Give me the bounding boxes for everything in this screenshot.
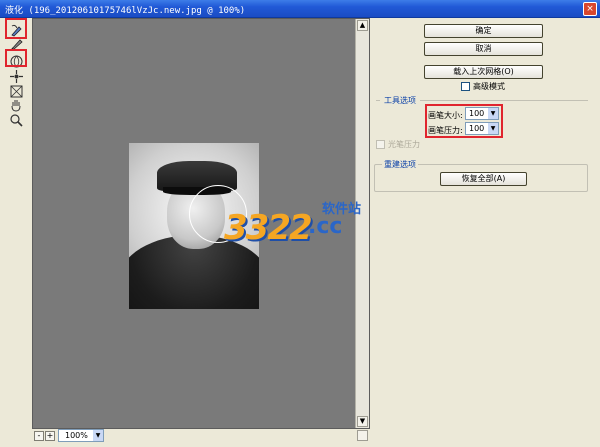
tool-strip [0,18,32,447]
load-mesh-button[interactable]: 载入上次网格(O) [424,65,543,79]
group-line [376,100,380,101]
bloat-icon[interactable] [9,84,24,99]
tool-options-title: 工具选项 [384,96,416,105]
chevron-down-icon: ▼ [93,430,103,441]
scroll-down-icon[interactable]: ▼ [357,416,368,427]
stylus-pressure-label: 光笔压力 [388,140,420,149]
ok-button[interactable]: 确定 [424,24,543,38]
group-line [420,100,588,101]
highlight-box-warp [5,18,27,39]
zoom-in-button[interactable]: + [45,431,55,441]
highlight-box-brush [425,104,503,138]
stylus-pressure-checkbox[interactable] [376,140,385,149]
restore-all-button[interactable]: 恢复全部(A) [440,172,527,186]
title-bar: 液化 (196_20120610175746lVzJc.new.jpg @ 10… [0,0,600,18]
zoom-icon[interactable] [9,113,24,128]
cancel-button[interactable]: 取消 [424,42,543,56]
zoom-select[interactable]: 100% ▼ [58,429,104,442]
window-title: 液化 (196_20120610175746lVzJc.new.jpg @ 10… [5,6,246,16]
advanced-mode-checkbox[interactable] [461,82,470,91]
options-panel: 确定 取消 载入上次网格(O) 高级模式 工具选项 画笔大小: 100 ▼ 画笔… [370,18,600,447]
advanced-mode-label: 高级模式 [473,82,505,91]
horizontal-scroll-end[interactable] [357,430,368,441]
watermark-logo: 3322 .cc 软件站 [224,202,362,248]
zoom-out-button[interactable]: - [34,431,44,441]
hand-icon[interactable] [9,98,24,113]
scroll-up-icon[interactable]: ▲ [357,20,368,31]
close-button[interactable]: × [583,2,597,16]
status-bar: - + 100% ▼ [32,429,370,447]
highlight-box-twirl [5,49,27,67]
reconstruct-options-title: 重建选项 [382,159,418,170]
pucker-icon[interactable] [9,69,24,84]
